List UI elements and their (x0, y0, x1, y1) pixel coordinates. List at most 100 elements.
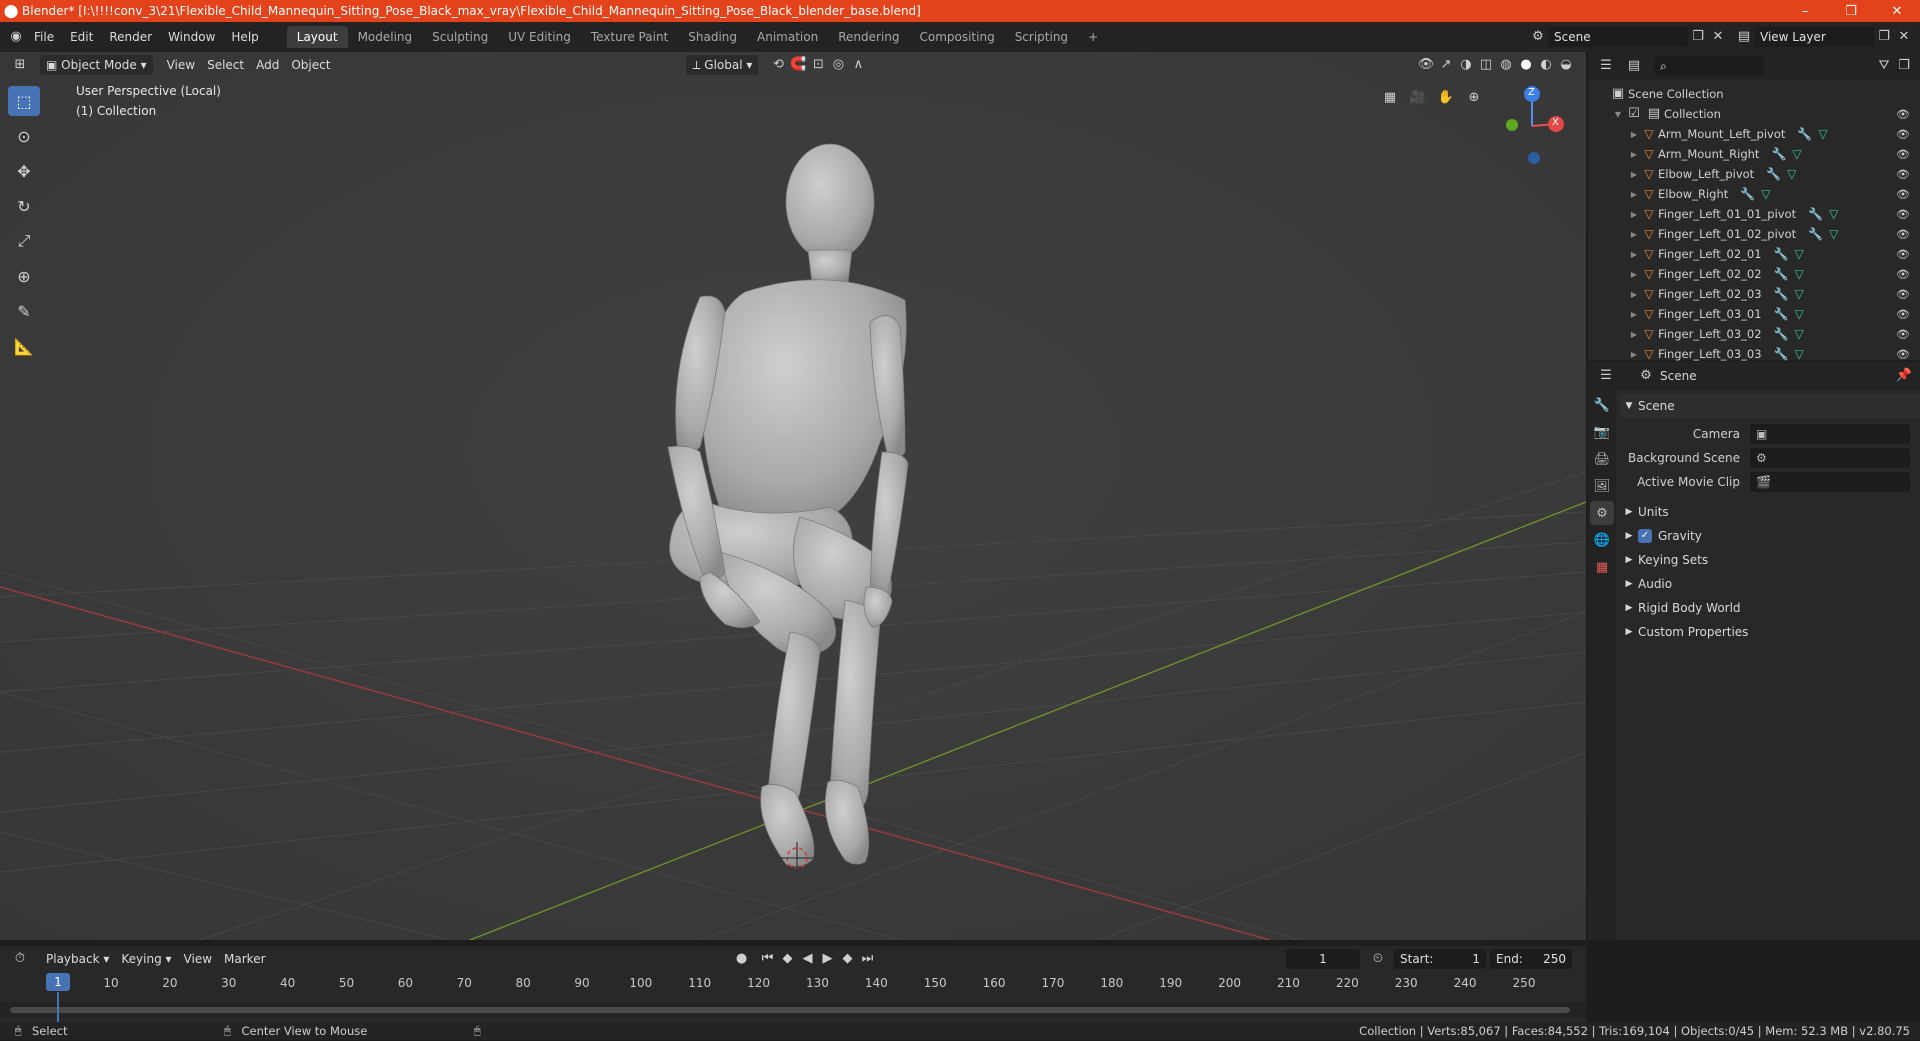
expand-arrow-icon[interactable]: ▶ (1628, 310, 1640, 319)
tab-layout[interactable]: Layout (286, 26, 348, 48)
xray-icon[interactable]: ◫ (1476, 55, 1496, 75)
eye-icon[interactable]: 👁 (1896, 248, 1910, 261)
preview-range-icon[interactable]: ⏲ (1368, 949, 1388, 969)
modifier-icon[interactable]: 🔧 (1774, 287, 1789, 301)
expand-arrow-icon[interactable]: ▶ (1628, 350, 1640, 359)
subpanel-units[interactable]: ▶ Units (1620, 500, 1920, 524)
outliner-object-row[interactable]: ▶ ▽ Finger_Left_02_01 🔧 ▽ 👁 (1588, 244, 1920, 264)
minimize-button[interactable]: – (1782, 4, 1828, 19)
tab-scripting[interactable]: Scripting (1005, 26, 1078, 48)
menu-file[interactable]: File (26, 26, 62, 48)
outliner-object-row[interactable]: ▶ ▽ Finger_Left_03_01 🔧 ▽ 👁 (1588, 304, 1920, 324)
prev-keyframe-icon[interactable]: ◆ (778, 949, 798, 969)
menu-help[interactable]: Help (223, 26, 266, 48)
eye-icon[interactable]: 👁 (1896, 208, 1910, 221)
snap-target-icon[interactable]: ⊡ (808, 55, 828, 75)
camera-field[interactable]: ▣ (1750, 424, 1910, 444)
outliner-object-row[interactable]: ▶ ▽ Finger_Left_01_01_pivot 🔧 ▽ 👁 (1588, 204, 1920, 224)
render-tab-icon[interactable]: 📷 (1590, 420, 1614, 444)
tool-tab-icon[interactable]: 🔧 (1590, 393, 1614, 417)
eye-icon[interactable]: 👁 (1896, 308, 1910, 321)
tab-texture-paint[interactable]: Texture Paint (581, 26, 678, 48)
falloff-icon[interactable]: ∧ (848, 55, 868, 75)
timeline-scrollbar[interactable] (10, 1007, 1570, 1013)
measure-tool-icon[interactable]: 📐 (8, 331, 40, 361)
jump-start-icon[interactable]: ⏮ (758, 949, 778, 969)
mesh-data-icon[interactable]: ▽ (1792, 147, 1801, 161)
wireframe-shading-icon[interactable]: ◍ (1496, 55, 1516, 75)
eye-icon[interactable]: 👁 (1896, 228, 1910, 241)
rendered-shading-icon[interactable]: ◒ (1556, 55, 1576, 75)
eye-icon[interactable]: 👁 (1896, 188, 1910, 201)
timeline-menu-view[interactable]: View (178, 949, 218, 969)
view-layer-selector[interactable]: View Layer (1754, 27, 1874, 47)
subpanel-rigid-body-world[interactable]: ▶ Rigid Body World (1620, 596, 1920, 620)
viewport-menu-select[interactable]: Select (201, 55, 250, 75)
mesh-data-icon[interactable]: ▽ (1829, 227, 1838, 241)
blender-menu-icon[interactable]: ◉ (6, 27, 26, 47)
tab-animation[interactable]: Animation (747, 26, 828, 48)
modifier-icon[interactable]: 🔧 (1774, 347, 1789, 361)
maximize-button[interactable]: ❐ (1828, 4, 1874, 19)
outliner-object-row[interactable]: ▶ ▽ Finger_Left_03_02 🔧 ▽ 👁 (1588, 324, 1920, 344)
expand-arrow-icon[interactable]: ▶ (1628, 130, 1640, 139)
outliner-scene-collection[interactable]: ▣ Scene Collection (1588, 84, 1920, 104)
scale-tool-icon[interactable]: ⤢ (8, 226, 40, 256)
modifier-icon[interactable]: 🔧 (1766, 167, 1781, 181)
record-icon[interactable]: ● (732, 949, 752, 969)
tab-sculpting[interactable]: Sculpting (422, 26, 498, 48)
expand-arrow-icon[interactable]: ▶ (1628, 250, 1640, 259)
eye-icon[interactable]: 👁 (1896, 168, 1910, 181)
start-frame-field[interactable]: Start: 1 (1394, 949, 1486, 969)
background-scene-field[interactable]: ⚙ (1750, 448, 1910, 468)
modifier-icon[interactable]: 🔧 (1774, 247, 1789, 261)
eye-icon[interactable]: 👁 (1896, 348, 1910, 361)
eye-icon[interactable]: 👁 (1896, 148, 1910, 161)
outliner-object-row[interactable]: ▶ ▽ Finger_Left_01_02_pivot 🔧 ▽ 👁 (1588, 224, 1920, 244)
subpanel-audio[interactable]: ▶ Audio (1620, 572, 1920, 596)
mesh-data-icon[interactable]: ▽ (1829, 207, 1838, 221)
modifier-icon[interactable]: 🔧 (1808, 207, 1823, 221)
mesh-data-icon[interactable]: ▽ (1794, 247, 1803, 261)
viewport-menu-object[interactable]: Object (285, 55, 336, 75)
subpanel-gravity[interactable]: ▶ ✓ Gravity (1620, 524, 1920, 548)
proportional-edit-icon[interactable]: ◎ (828, 55, 848, 75)
pan-hand-icon[interactable]: ✋ (1436, 88, 1456, 108)
modifier-icon[interactable]: 🔧 (1774, 267, 1789, 281)
viewport-menu-view[interactable]: View (161, 55, 201, 75)
timeline-menu-marker[interactable]: Marker (218, 949, 271, 969)
subpanel-custom-properties[interactable]: ▶ Custom Properties (1620, 620, 1920, 644)
mesh-data-icon[interactable]: ▽ (1818, 127, 1827, 141)
close-button[interactable]: ✕ (1874, 4, 1920, 19)
mesh-data-icon[interactable]: ▽ (1794, 327, 1803, 341)
menu-render[interactable]: Render (101, 26, 160, 48)
menu-window[interactable]: Window (160, 26, 223, 48)
modifier-icon[interactable]: 🔧 (1797, 127, 1812, 141)
mesh-data-icon[interactable]: ▽ (1794, 307, 1803, 321)
timeline-editor-type-icon[interactable]: ⏱ (10, 949, 30, 969)
active-movie-clip-field[interactable]: 🎬 (1750, 472, 1910, 492)
mesh-data-icon[interactable]: ▽ (1761, 187, 1770, 201)
outliner-object-row[interactable]: ▶ ▽ Arm_Mount_Left_pivot 🔧 ▽ 👁 (1588, 124, 1920, 144)
solid-shading-icon[interactable]: ● (1516, 55, 1536, 75)
view-layer-tab-icon[interactable]: 🖼 (1590, 474, 1614, 498)
viewport-menu-add[interactable]: Add (250, 55, 285, 75)
eye-icon[interactable]: 👁 (1896, 128, 1910, 141)
mesh-data-icon[interactable]: ▽ (1794, 287, 1803, 301)
outliner-object-row[interactable]: ▶ ▽ Arm_Mount_Right 🔧 ▽ 👁 (1588, 144, 1920, 164)
mesh-data-icon[interactable]: ▽ (1794, 347, 1803, 361)
eye-icon[interactable]: 👁 (1896, 268, 1910, 281)
next-keyframe-icon[interactable]: ◆ (838, 949, 858, 969)
snap-icon[interactable]: 🧲 (788, 55, 808, 75)
material-shading-icon[interactable]: ◐ (1536, 55, 1556, 75)
overlay-toggle-icon[interactable]: ◑ (1456, 55, 1476, 75)
3d-viewport[interactable]: User Perspective (Local) (1) Collection … (0, 52, 1586, 940)
outliner-object-row[interactable]: ▶ ▽ Finger_Left_02_03 🔧 ▽ 👁 (1588, 284, 1920, 304)
move-tool-icon[interactable]: ✥ (8, 156, 40, 186)
world-tab-icon[interactable]: 🌐 (1590, 528, 1614, 552)
cursor-tool-icon[interactable]: ⊙ (8, 121, 40, 151)
grid-toggle-icon[interactable]: ▦ (1380, 88, 1400, 108)
select-box-tool-icon[interactable]: ⬚ (8, 86, 40, 116)
outliner-object-row[interactable]: ▶ ▽ Elbow_Right 🔧 ▽ 👁 (1588, 184, 1920, 204)
tab-shading[interactable]: Shading (678, 26, 747, 48)
